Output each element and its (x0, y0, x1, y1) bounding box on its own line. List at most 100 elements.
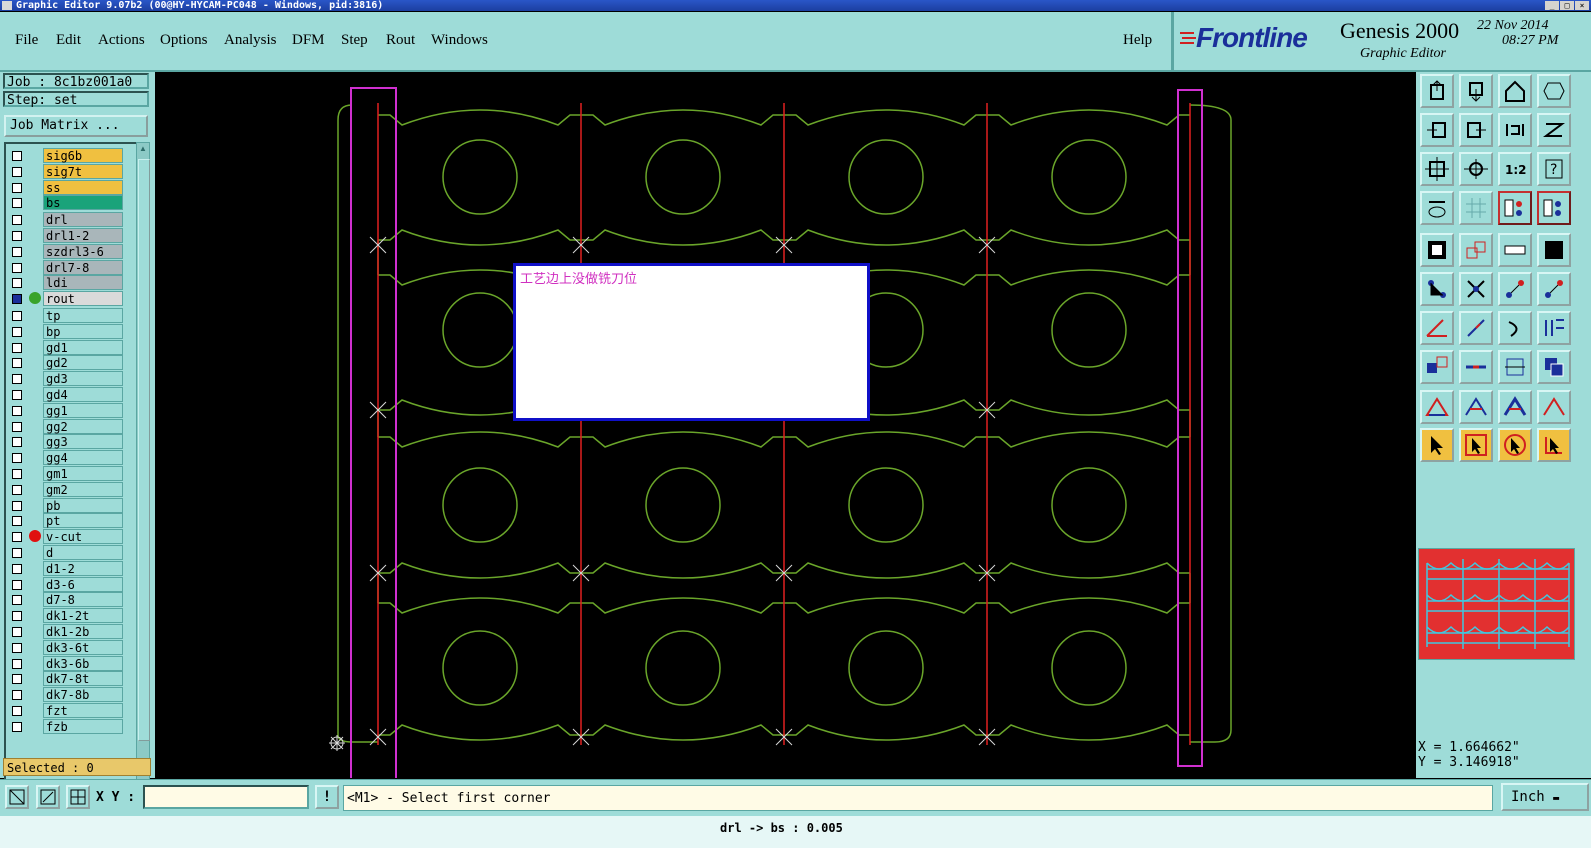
layer-name[interactable]: ss (43, 179, 123, 195)
layer-name[interactable]: sig6b (43, 148, 123, 163)
layer-checkbox[interactable] (12, 579, 22, 590)
layer-row[interactable]: pt (8, 513, 128, 529)
layer-checkbox[interactable] (12, 627, 22, 637)
layer-checkbox[interactable] (12, 342, 22, 353)
menu-edit[interactable]: Edit (56, 32, 81, 49)
layer-name[interactable]: gg3 (43, 434, 123, 450)
menu-help[interactable]: Help (1123, 32, 1152, 49)
layer-checkbox[interactable] (12, 469, 22, 479)
tool-button[interactable] (1459, 350, 1493, 384)
layer-scrollbar[interactable]: ▲ ▼ (136, 142, 150, 826)
layer-name[interactable]: d1-2 (43, 560, 123, 576)
layer-name[interactable]: v-cut (43, 529, 123, 545)
layer-row[interactable]: dk7-8t (8, 671, 128, 687)
minimize-button[interactable]: _ (1545, 1, 1559, 10)
layer-row[interactable]: szdrl3-6 (8, 243, 128, 259)
tool-button[interactable] (1498, 428, 1532, 462)
tool-button[interactable] (1537, 74, 1571, 108)
tool-button[interactable] (1537, 428, 1571, 462)
layer-row[interactable]: gm1 (8, 466, 128, 481)
layer-name[interactable]: gd2 (43, 355, 123, 371)
layer-name[interactable]: gg4 (43, 450, 123, 466)
layer-name[interactable]: tp (43, 308, 123, 323)
layer-checkbox[interactable] (12, 674, 22, 685)
layer-name[interactable]: pt (43, 513, 123, 529)
tool-button[interactable] (1537, 350, 1571, 384)
layer-checkbox[interactable] (12, 611, 22, 622)
menu-options[interactable]: Options (160, 32, 208, 49)
layer-name[interactable]: gd1 (43, 339, 123, 355)
layer-checkbox[interactable] (12, 262, 22, 273)
layer-checkbox[interactable] (12, 311, 22, 321)
layer-row[interactable]: d (8, 545, 128, 560)
layer-checkbox[interactable] (12, 690, 22, 701)
layer-row[interactable]: d7-8 (8, 592, 128, 608)
tool-button[interactable] (1459, 390, 1493, 424)
layer-row[interactable]: gg2 (8, 418, 128, 434)
layer-row[interactable]: dk1-2b (8, 624, 128, 639)
layer-checkbox[interactable] (12, 151, 22, 161)
layer-name[interactable]: gm1 (43, 466, 123, 481)
layer-name[interactable]: fzt (43, 703, 123, 718)
tool-button[interactable] (1420, 74, 1454, 108)
layer-checkbox[interactable] (12, 374, 22, 385)
layer-row[interactable]: gm2 (8, 481, 128, 497)
tool-button[interactable] (1498, 390, 1532, 424)
layer-checkbox[interactable] (12, 246, 22, 257)
layer-checkbox[interactable] (12, 532, 22, 543)
layer-name[interactable]: gd3 (43, 371, 123, 387)
layer-row[interactable]: drl7-8 (8, 259, 128, 275)
layer-row[interactable]: gd4 (8, 387, 128, 402)
scroll-up-icon[interactable]: ▲ (138, 144, 148, 154)
layer-name[interactable]: dk3-6t (43, 639, 123, 655)
tool-button[interactable] (1459, 74, 1493, 108)
layer-name[interactable]: gg1 (43, 402, 123, 418)
menu-dfm[interactable]: DFM (292, 32, 325, 49)
tool-button[interactable] (1459, 233, 1493, 267)
layer-checkbox[interactable] (12, 721, 22, 732)
layer-row[interactable]: pb (8, 497, 128, 513)
layer-checkbox[interactable] (12, 294, 22, 305)
tool-button[interactable] (1420, 428, 1454, 462)
layer-name[interactable]: gm2 (43, 481, 123, 497)
layer-row[interactable]: ldi (8, 275, 128, 291)
menu-rout[interactable]: Rout (386, 32, 415, 49)
layer-checkbox[interactable] (12, 563, 22, 574)
layer-row[interactable]: drl (8, 212, 128, 228)
tool-button[interactable] (1459, 428, 1493, 462)
tool-button[interactable] (1537, 390, 1571, 424)
tool-button[interactable] (1420, 113, 1454, 147)
layer-checkbox[interactable] (12, 453, 22, 464)
tool-button[interactable] (1420, 191, 1454, 225)
layer-name[interactable]: drl7-8 (43, 259, 123, 275)
layer-checkbox[interactable] (12, 278, 22, 289)
layer-checkbox[interactable] (12, 326, 22, 337)
layer-name[interactable]: dk7-8b (43, 687, 123, 703)
layer-checkbox[interactable] (12, 548, 22, 558)
units-selector[interactable]: Inch ▬ (1501, 783, 1589, 811)
layer-checkbox[interactable] (12, 390, 22, 400)
tool-button[interactable] (1420, 350, 1454, 384)
layer-name[interactable]: d (43, 545, 123, 560)
layer-checkbox[interactable] (12, 658, 22, 669)
layer-checkbox[interactable] (12, 421, 22, 432)
layer-row[interactable]: bs (8, 195, 128, 211)
layer-row[interactable]: gg4 (8, 450, 128, 466)
layer-row[interactable]: gd2 (8, 355, 128, 371)
layer-checkbox[interactable] (12, 500, 22, 511)
tool-button[interactable] (1498, 191, 1532, 225)
scroll-thumb[interactable] (138, 159, 150, 741)
tool-button[interactable]: 1:2 (1498, 152, 1532, 186)
layer-name[interactable]: gd4 (43, 387, 123, 402)
job-matrix-button[interactable]: Job Matrix ... (4, 115, 148, 137)
layer-row[interactable]: fzb (8, 718, 128, 734)
menu-analysis[interactable]: Analysis (224, 32, 277, 49)
maximize-button[interactable]: □ (1560, 1, 1574, 10)
menu-file[interactable]: File (15, 32, 38, 49)
tool-button[interactable] (1498, 74, 1532, 108)
tool-button[interactable] (1498, 113, 1532, 147)
tool-button[interactable] (1537, 272, 1571, 306)
layer-row[interactable]: bp (8, 323, 128, 339)
tool-button[interactable] (1420, 152, 1454, 186)
layer-checkbox[interactable] (12, 595, 22, 606)
